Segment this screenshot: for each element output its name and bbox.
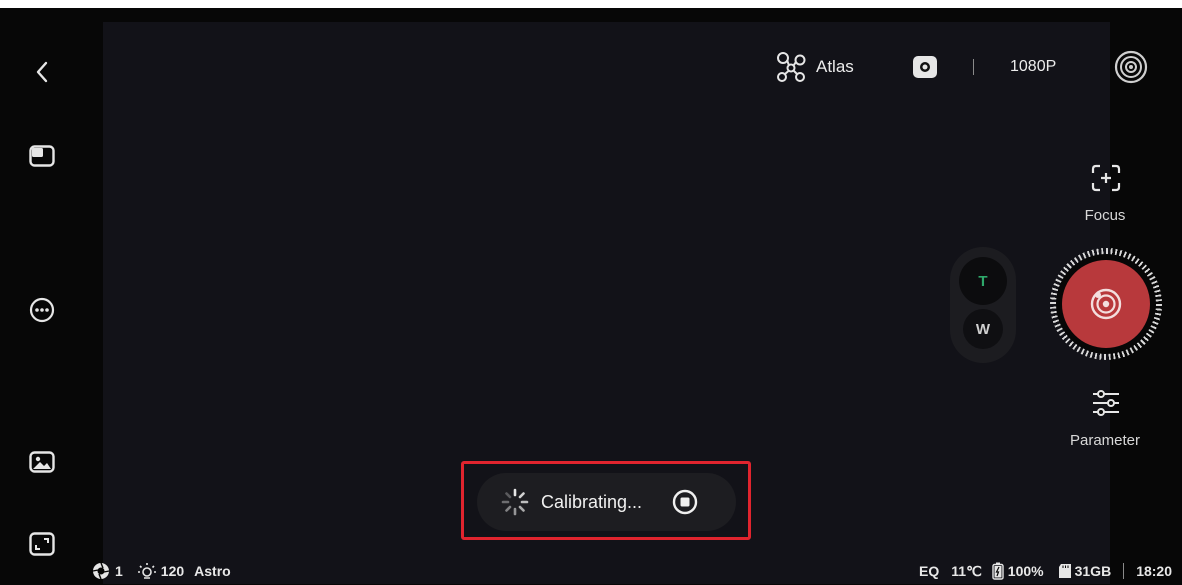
target-icon <box>1090 288 1122 320</box>
battery-icon <box>992 562 1004 580</box>
status-divider <box>1123 563 1125 579</box>
scene-mode: Astro <box>194 563 231 579</box>
constellation-icon <box>777 52 806 82</box>
temperature: 11℃ <box>951 562 982 579</box>
chevron-left-icon <box>36 61 48 83</box>
brightness-icon <box>137 563 156 579</box>
resolution-button[interactable]: 1080P <box>1010 44 1056 90</box>
zoom-tele-button[interactable]: T <box>959 257 1007 305</box>
status-bar-left: 1 120 Astro <box>92 561 231 581</box>
resolution-label: 1080P <box>1010 58 1057 75</box>
stop-calibration-button[interactable] <box>670 487 700 517</box>
zoom-wide-button[interactable]: W <box>963 309 1003 349</box>
gallery-button[interactable] <box>24 444 60 480</box>
layout-button[interactable] <box>24 138 60 174</box>
target-button[interactable] <box>1114 44 1148 90</box>
shutter-button[interactable] <box>1062 260 1150 348</box>
spinner-icon <box>501 488 529 516</box>
battery-level: 100% <box>1007 563 1044 579</box>
more-icon <box>29 297 55 323</box>
calibrating-label: Calibrating... <box>541 491 643 512</box>
sliders-icon <box>1093 390 1119 416</box>
aperture-icon <box>92 562 110 580</box>
more-button[interactable] <box>24 292 60 328</box>
separator <box>973 44 974 90</box>
focus-icon <box>1091 164 1121 192</box>
session-count: 1 <box>115 563 123 579</box>
layout-icon <box>29 145 55 167</box>
fullscreen-icon <box>29 532 55 556</box>
left-toolbar <box>0 8 90 585</box>
fullscreen-button[interactable] <box>24 526 60 562</box>
parameter-button[interactable] <box>1086 385 1126 421</box>
status-bar-right: EQ 11℃ 100% 31GB 18:20 <box>919 561 1172 581</box>
mount-mode: EQ <box>919 563 940 579</box>
camera-icon <box>913 56 937 78</box>
focus-label: Focus <box>1084 207 1126 224</box>
atlas-label: Atlas <box>816 57 854 76</box>
app-frame: Atlas 1080P Focus T W Parameter Calibrat… <box>0 0 1182 585</box>
camera-toggle-button[interactable] <box>912 44 938 90</box>
clock-time: 18:20 <box>1136 563 1172 579</box>
gallery-icon <box>29 451 55 473</box>
storage-icon <box>1058 564 1071 578</box>
target-icon <box>1114 50 1148 84</box>
atlas-mode-button[interactable]: Atlas <box>774 44 854 90</box>
stop-icon <box>672 489 698 515</box>
shutter-ring <box>1050 248 1162 360</box>
top-strip <box>0 0 1182 8</box>
zoom-control: T W <box>950 247 1016 363</box>
brightness-value: 120 <box>160 563 185 579</box>
storage-free: 31GB <box>1074 563 1112 579</box>
calibrating-toast: Calibrating... <box>477 473 736 531</box>
back-button[interactable] <box>28 56 56 88</box>
parameter-label: Parameter <box>1069 432 1141 449</box>
focus-button[interactable] <box>1086 160 1126 196</box>
